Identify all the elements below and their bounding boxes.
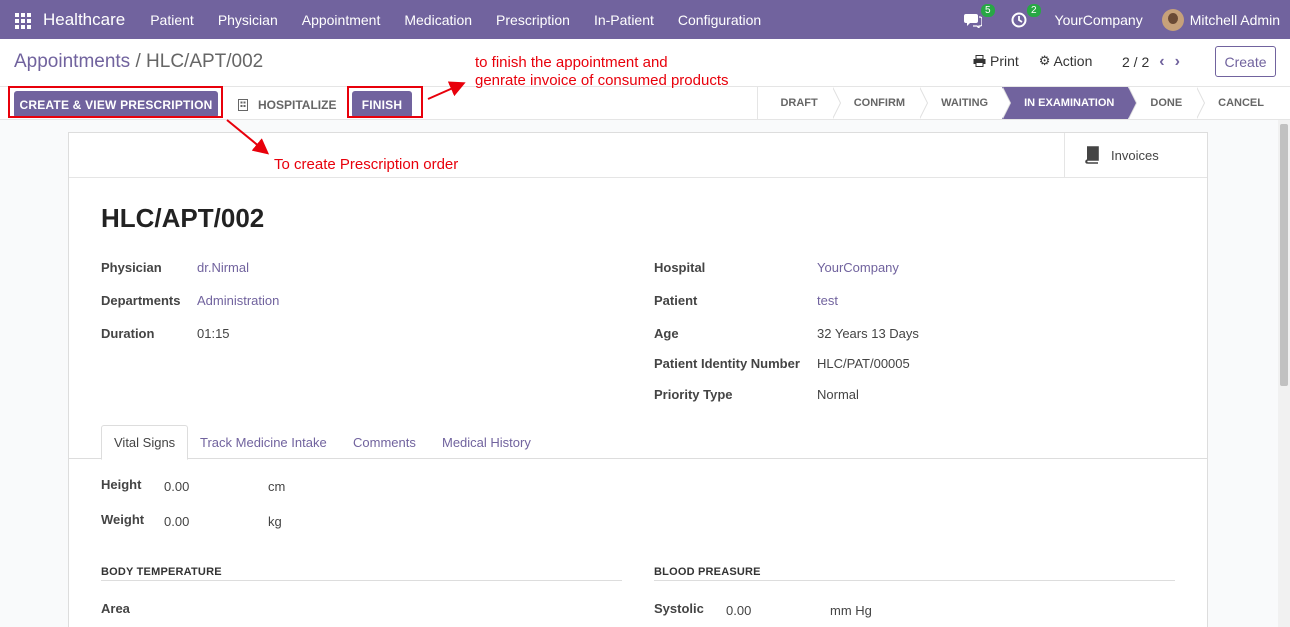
height-label: Height bbox=[101, 477, 142, 492]
app-brand[interactable]: Healthcare bbox=[43, 10, 125, 30]
building-icon bbox=[238, 98, 248, 111]
top-navbar: Healthcare Patient Physician Appointment… bbox=[0, 0, 1290, 39]
breadcrumb-appointments[interactable]: Appointments bbox=[14, 51, 130, 72]
weight-label: Weight bbox=[101, 512, 145, 527]
action-button[interactable]: ⚙ Action bbox=[1039, 53, 1093, 69]
hospitalize-button[interactable]: HOSPITALIZE bbox=[238, 91, 336, 118]
chevron-right-icon[interactable]: › bbox=[1175, 53, 1180, 71]
menu-prescription[interactable]: Prescription bbox=[484, 12, 582, 28]
menu-medication[interactable]: Medication bbox=[392, 12, 484, 28]
invoices-smart-button[interactable]: Invoices bbox=[1064, 133, 1207, 177]
prescription-annotation: To create Prescription order bbox=[274, 156, 459, 173]
company-switcher[interactable]: YourCompany bbox=[1055, 12, 1143, 28]
form-sheet: Invoices HLC/APT/002 Physician dr.Nirmal… bbox=[68, 132, 1208, 627]
stage-done[interactable]: DONE bbox=[1128, 87, 1205, 119]
activity-badge: 2 bbox=[1026, 3, 1041, 17]
weight-unit: kg bbox=[268, 514, 282, 529]
age-field: 32 Years 13 Days bbox=[817, 326, 919, 341]
action-label: Action bbox=[1053, 53, 1093, 69]
stage-draft[interactable]: DRAFT bbox=[757, 87, 842, 119]
departments-label: Departments bbox=[101, 293, 181, 308]
print-label: Print bbox=[990, 53, 1019, 69]
stage-cancel[interactable]: CANCEL bbox=[1196, 87, 1278, 119]
clock-icon[interactable]: 2 bbox=[1009, 3, 1041, 30]
menu-physician[interactable]: Physician bbox=[206, 12, 290, 28]
tab-medical-history[interactable]: Medical History bbox=[430, 425, 543, 459]
stage-waiting[interactable]: WAITING bbox=[919, 87, 1012, 119]
age-label: Age bbox=[654, 326, 679, 341]
menu-configuration[interactable]: Configuration bbox=[666, 12, 773, 28]
menu-patient[interactable]: Patient bbox=[138, 12, 206, 28]
chat-icon[interactable]: 5 bbox=[963, 3, 995, 30]
patient-label: Patient bbox=[654, 293, 698, 308]
hospitalize-label: HOSPITALIZE bbox=[258, 97, 337, 112]
duration-field[interactable]: 01:15 bbox=[197, 326, 230, 341]
physician-field[interactable]: dr.Nirmal bbox=[197, 260, 249, 275]
height-unit: cm bbox=[268, 479, 286, 494]
apps-grid-icon[interactable] bbox=[15, 12, 31, 29]
departments-field[interactable]: Administration bbox=[197, 293, 279, 308]
body-temperature-heading: BODY TEMPERATURE bbox=[101, 566, 622, 581]
finish-annotation-line1: to finish the appointment and bbox=[475, 54, 668, 71]
patient-identity-label: Patient Identity Number bbox=[654, 356, 800, 371]
pager-value[interactable]: 2 / 2 bbox=[1122, 54, 1149, 70]
systolic-label: Systolic bbox=[654, 601, 704, 616]
invoices-label: Invoices bbox=[1111, 147, 1159, 163]
tab-track-medicine-intake[interactable]: Track Medicine Intake bbox=[188, 425, 339, 459]
chat-badge: 5 bbox=[980, 3, 995, 17]
book-icon bbox=[1085, 146, 1099, 164]
breadcrumb: Appointments / HLC/APT/002 bbox=[14, 51, 263, 73]
hospital-field[interactable]: YourCompany bbox=[817, 260, 899, 275]
height-field[interactable]: 0.00 bbox=[164, 479, 189, 494]
patient-field[interactable]: test bbox=[817, 293, 838, 308]
scrollbar-thumb[interactable] bbox=[1280, 124, 1288, 386]
highlight-finish bbox=[347, 86, 423, 118]
systolic-field[interactable]: 0.00 bbox=[726, 603, 751, 618]
pager: 2 / 2 ‹ › bbox=[1122, 53, 1180, 71]
stage-confirm[interactable]: CONFIRM bbox=[832, 87, 929, 119]
appointment-statusbar: DRAFT CONFIRM WAITING IN EXAMINATION DON… bbox=[757, 87, 1278, 119]
priority-type-label: Priority Type bbox=[654, 387, 733, 402]
print-button[interactable]: Print bbox=[973, 53, 1019, 69]
finish-annotation-line2: genrate invoice of consumed products bbox=[475, 72, 729, 89]
create-button[interactable]: Create bbox=[1215, 46, 1276, 77]
breadcrumb-current: HLC/APT/002 bbox=[146, 51, 264, 72]
gear-icon: ⚙ bbox=[1038, 53, 1051, 68]
tab-vital-signs[interactable]: Vital Signs bbox=[101, 425, 189, 460]
systolic-unit: mm Hg bbox=[830, 603, 872, 618]
tab-comments[interactable]: Comments bbox=[341, 425, 428, 459]
priority-type-field[interactable]: Normal bbox=[817, 387, 859, 402]
print-icon bbox=[973, 55, 986, 67]
area-label: Area bbox=[101, 601, 130, 616]
notebook-tabs: Vital Signs Track Medicine Intake Commen… bbox=[69, 425, 1207, 460]
record-title: HLC/APT/002 bbox=[101, 203, 265, 233]
button-box: Invoices bbox=[69, 133, 1207, 178]
breadcrumb-separator: / bbox=[130, 51, 147, 72]
weight-field[interactable]: 0.00 bbox=[164, 514, 189, 529]
page-scrollbar[interactable] bbox=[1278, 120, 1290, 627]
menu-appointment[interactable]: Appointment bbox=[290, 12, 393, 28]
physician-label: Physician bbox=[101, 260, 162, 275]
menu-in-patient[interactable]: In-Patient bbox=[582, 12, 666, 28]
hospital-label: Hospital bbox=[654, 260, 706, 275]
patient-identity-field: HLC/PAT/00005 bbox=[817, 356, 910, 371]
blood-pressure-heading: BLOOD PREASURE bbox=[654, 566, 1175, 581]
avatar[interactable] bbox=[1161, 8, 1184, 31]
stage-in-examination[interactable]: IN EXAMINATION bbox=[1002, 87, 1138, 119]
user-menu[interactable]: Mitchell Admin bbox=[1190, 12, 1280, 28]
chevron-left-icon[interactable]: ‹ bbox=[1159, 53, 1164, 71]
duration-label: Duration bbox=[101, 326, 155, 341]
highlight-create-prescription bbox=[8, 86, 223, 118]
